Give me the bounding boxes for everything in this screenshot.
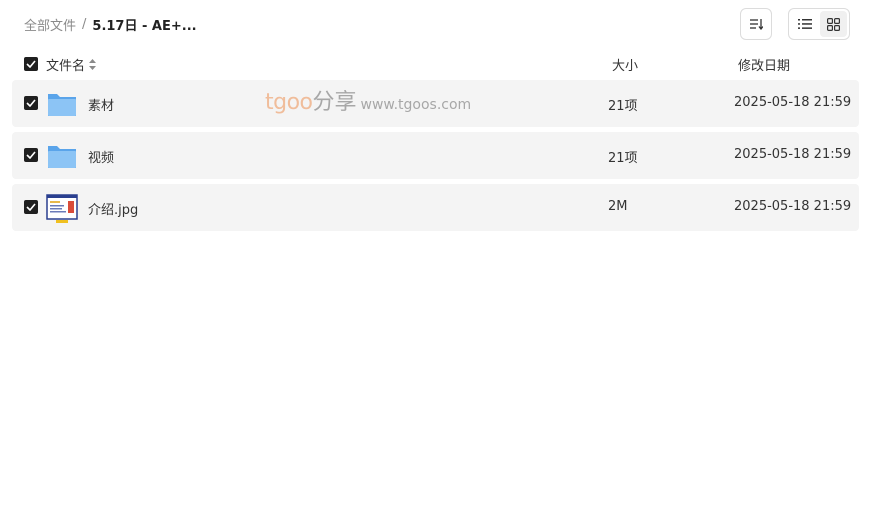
date-column-header[interactable]: 修改日期 bbox=[738, 55, 790, 74]
name-column-header[interactable]: 文件名 bbox=[46, 55, 97, 74]
file-name[interactable]: 介绍.jpg bbox=[88, 199, 138, 218]
size-column-header[interactable]: 大小 bbox=[612, 55, 638, 74]
list-view-button[interactable] bbox=[791, 11, 818, 37]
name-header-label: 文件名 bbox=[46, 59, 86, 74]
folder-icon bbox=[48, 146, 76, 168]
file-row[interactable]: 介绍.jpg 2M 2025-05-18 21:59 bbox=[12, 184, 859, 231]
checkmark-icon bbox=[26, 151, 36, 159]
file-row[interactable]: 素材 21项 2025-05-18 21:59 bbox=[12, 80, 859, 127]
row-checkbox[interactable] bbox=[24, 96, 38, 110]
sort-button[interactable] bbox=[740, 8, 772, 40]
folder-icon bbox=[48, 94, 76, 116]
row-checkbox[interactable] bbox=[24, 200, 38, 214]
file-date: 2025-05-18 21:59 bbox=[734, 199, 852, 214]
grid-view-button[interactable] bbox=[820, 11, 847, 37]
sort-icon bbox=[750, 19, 763, 30]
view-toggle bbox=[788, 8, 850, 40]
file-name[interactable]: 视频 bbox=[88, 147, 114, 166]
checkmark-icon bbox=[26, 99, 36, 107]
file-row[interactable]: 视频 21项 2025-05-18 21:59 bbox=[12, 132, 859, 179]
select-all-checkbox[interactable] bbox=[24, 57, 38, 71]
row-checkbox[interactable] bbox=[24, 148, 38, 162]
image-file-icon bbox=[46, 194, 78, 223]
file-browser: 全部文件 / 5.17日 - AE+... 文件名 大小 修改日期 素材 21项… bbox=[0, 0, 874, 514]
file-date: 2025-05-18 21:59 bbox=[734, 147, 852, 162]
file-size: 2M bbox=[608, 199, 628, 214]
sort-arrows-icon bbox=[89, 59, 97, 70]
breadcrumb-root-link[interactable]: 全部文件 bbox=[24, 15, 76, 34]
checkmark-icon bbox=[26, 60, 36, 68]
breadcrumb-current: 5.17日 - AE+... bbox=[92, 18, 197, 34]
grid-view-icon bbox=[827, 17, 840, 31]
list-header: 文件名 大小 修改日期 bbox=[12, 52, 859, 76]
list-view-icon bbox=[797, 19, 812, 29]
file-name[interactable]: 素材 bbox=[88, 95, 114, 114]
checkmark-icon bbox=[26, 203, 36, 211]
breadcrumb: 全部文件 / 5.17日 - AE+... bbox=[24, 14, 197, 34]
file-date: 2025-05-18 21:59 bbox=[734, 95, 852, 110]
file-size: 21项 bbox=[608, 99, 638, 114]
file-size: 21项 bbox=[608, 151, 638, 166]
breadcrumb-separator: / bbox=[82, 16, 87, 32]
